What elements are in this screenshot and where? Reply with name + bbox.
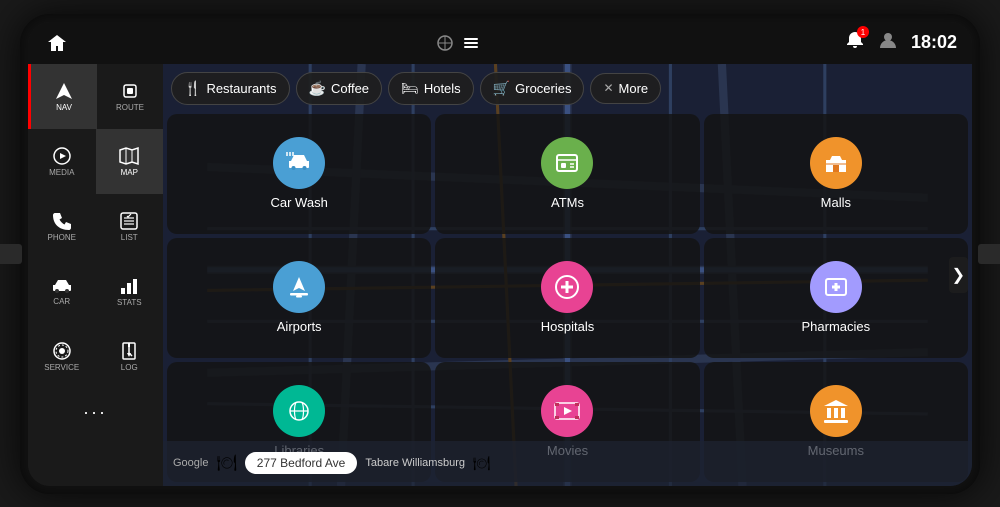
map-icon [119, 146, 139, 166]
cat-btn-groceries[interactable]: 🛒 Groceries [480, 72, 585, 105]
time-display: 18:02 [911, 32, 957, 53]
list-label: LIST [121, 233, 138, 242]
malls-icon-circle [810, 137, 862, 189]
hospitals-icon-circle [541, 261, 593, 313]
poi-pharmacies[interactable]: Pharmacies [704, 238, 968, 358]
atms-label: ATMs [551, 195, 584, 210]
route-label: ROUTE [116, 103, 144, 112]
stats-icon [119, 276, 139, 296]
sidebar-item-route[interactable]: ROUTE [97, 64, 163, 129]
sidebar-item-log[interactable]: LOG [96, 324, 164, 389]
museums-icon-circle [810, 385, 862, 437]
cat-btn-restaurants[interactable]: 🍴 Restaurants [171, 72, 290, 105]
phone-label: PHONE [48, 233, 76, 242]
sidebar-row-5: SERVICE LOG [28, 324, 163, 389]
log-icon [119, 341, 139, 361]
sidebar: NAV ROUTE [28, 64, 163, 486]
service-icon [52, 341, 72, 361]
atms-icon-circle [541, 137, 593, 189]
malls-label: Malls [821, 195, 851, 210]
poi-malls[interactable]: Malls [704, 114, 968, 234]
sidebar-item-car[interactable]: CAR [28, 259, 96, 324]
route-icon [120, 81, 140, 101]
cat-btn-coffee[interactable]: ☕ Coffee [296, 72, 383, 105]
device-frame: 1 18:02 [20, 14, 980, 494]
car-wash-icon-circle [273, 137, 325, 189]
map-label: MAP [121, 168, 138, 177]
menu-icon[interactable] [462, 34, 480, 52]
screen: 1 18:02 [28, 22, 972, 486]
notification-button[interactable]: 1 [845, 30, 865, 55]
cat-btn-more[interactable]: ✕ More [590, 73, 661, 104]
sidebar-item-stats[interactable]: STATS [96, 259, 164, 324]
poi-airports[interactable]: Airports [167, 238, 431, 358]
category-bar: 🍴 Restaurants ☕ Coffee 🛏 Hotels 🛒 Grocer… [171, 72, 964, 105]
status-bar-left [43, 29, 71, 57]
coffee-label: Coffee [331, 81, 369, 96]
sidebar-row-2: MEDIA MAP [28, 129, 163, 194]
service-label: SERVICE [44, 363, 79, 372]
airports-icon-circle [273, 261, 325, 313]
sidebar-row-3: PHONE LIST [28, 194, 163, 259]
hospitals-label: Hospitals [541, 319, 594, 334]
sidebar-item-phone[interactable]: PHONE [28, 194, 96, 259]
home-button[interactable] [43, 29, 71, 57]
log-label: LOG [121, 363, 138, 372]
more-label: More [619, 81, 649, 96]
map-bottom-bar: Google 🍽 277 Bedford Ave Tabare Williams… [163, 441, 972, 486]
gps-icon [436, 34, 454, 52]
main-area: NAV ROUTE [28, 64, 972, 486]
status-bar-right: 1 18:02 [845, 29, 957, 56]
notification-badge: 1 [857, 26, 869, 38]
coffee-icon: ☕ [309, 80, 326, 97]
user-avatar[interactable] [877, 29, 899, 56]
food-marker-2: 🍽 [473, 455, 491, 472]
sidebar-row-4: CAR STATS [28, 259, 163, 324]
sidebar-item-map[interactable]: MAP [96, 129, 164, 194]
more-dots[interactable]: ... [28, 389, 163, 429]
car-wash-label: Car Wash [271, 195, 328, 210]
scroll-right-button[interactable]: ❯ [949, 257, 968, 293]
sidebar-item-service[interactable]: SERVICE [28, 324, 96, 389]
poi-grid: Car Wash ATMs [167, 114, 968, 482]
place-name: Tabare Williamsburg [365, 457, 465, 469]
sidebar-item-nav[interactable]: NAV [28, 64, 97, 129]
media-icon [52, 146, 72, 166]
poi-hospitals[interactable]: Hospitals [435, 238, 699, 358]
map-content: 🍴 Restaurants ☕ Coffee 🛏 Hotels 🛒 Grocer… [163, 64, 972, 486]
libraries-icon-circle [273, 385, 325, 437]
movies-icon-circle [541, 385, 593, 437]
food-marker-1: 🍽 [216, 453, 236, 473]
google-label: Google [173, 457, 208, 469]
airports-label: Airports [277, 319, 322, 334]
poi-car-wash[interactable]: Car Wash [167, 114, 431, 234]
sidebar-item-list[interactable]: LIST [96, 194, 164, 259]
stats-label: STATS [117, 298, 142, 307]
pharmacies-icon-circle [810, 261, 862, 313]
phone-icon [52, 211, 72, 231]
pharmacies-label: Pharmacies [802, 319, 871, 334]
nav-icon [54, 81, 74, 101]
car-label: CAR [53, 297, 70, 306]
location-pill[interactable]: 277 Bedford Ave [245, 452, 358, 474]
nav-label: NAV [56, 103, 72, 112]
restaurants-label: Restaurants [206, 81, 276, 96]
cat-btn-hotels[interactable]: 🛏 Hotels [388, 72, 474, 105]
sidebar-item-media[interactable]: MEDIA [28, 129, 96, 194]
groceries-label: Groceries [515, 81, 571, 96]
more-close-icon: ✕ [603, 81, 613, 95]
sidebar-row-1: NAV ROUTE [28, 64, 163, 129]
media-label: MEDIA [49, 168, 74, 177]
list-icon [119, 211, 139, 231]
hotels-icon: 🛏 [401, 80, 419, 97]
restaurants-icon: 🍴 [184, 80, 201, 97]
groceries-icon: 🛒 [493, 80, 510, 97]
car-icon [50, 277, 74, 295]
status-bar: 1 18:02 [28, 22, 972, 64]
hotels-label: Hotels [424, 81, 461, 96]
poi-atms[interactable]: ATMs [435, 114, 699, 234]
status-bar-center [436, 34, 480, 52]
